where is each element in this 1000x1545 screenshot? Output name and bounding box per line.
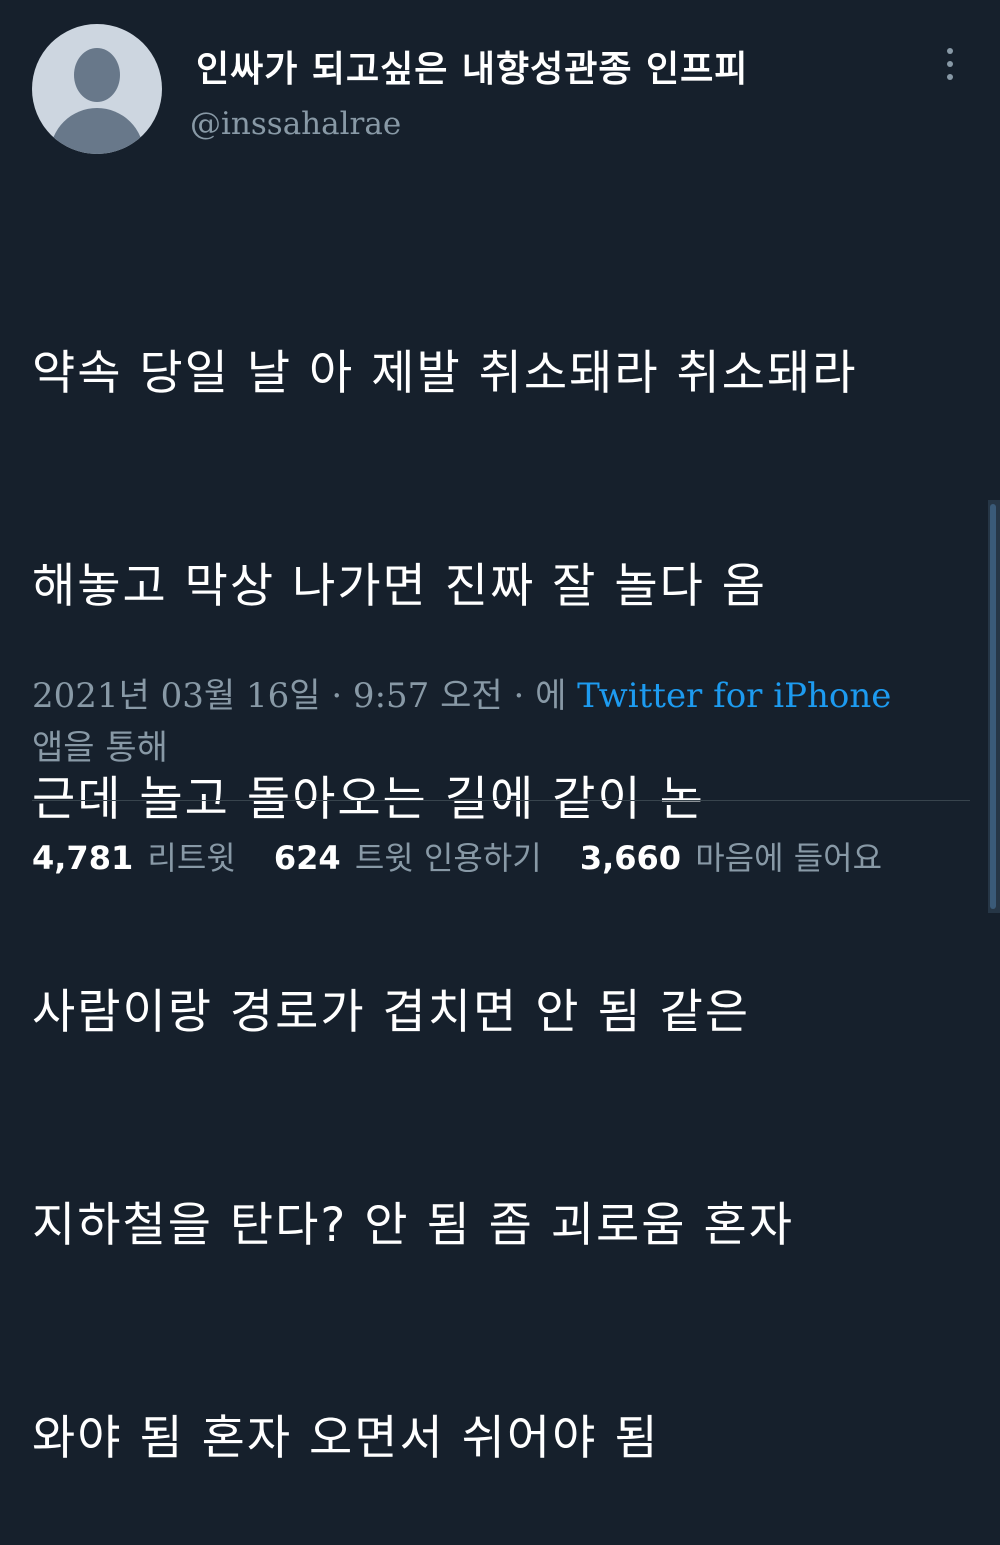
avatar-shoulders bbox=[50, 108, 144, 154]
tweet-stats: 4,781 리트윗 624 트윗 인용하기 3,660 마음에 들어요 bbox=[32, 836, 992, 880]
quotes-stat[interactable]: 624 트윗 인용하기 bbox=[274, 836, 542, 880]
scrollbar[interactable] bbox=[988, 500, 1000, 913]
retweets-label: 리트윗 bbox=[147, 839, 236, 877]
quotes-count: 624 bbox=[273, 839, 341, 877]
author-handle[interactable]: @inssahalrae bbox=[190, 106, 401, 142]
scrollbar-thumb[interactable] bbox=[990, 504, 996, 909]
tweet-metadata: 2021년 03월 16일 · 9:57 오전 · 에 Twitter for … bbox=[32, 670, 952, 774]
tweet-source-suffix: 앱을 통해 bbox=[32, 728, 168, 768]
tweet-header: 인싸가 되고싶은 내향성관종 인프피 @inssahalrae bbox=[0, 0, 1000, 170]
more-options-icon[interactable] bbox=[930, 44, 970, 84]
likes-stat[interactable]: 3,660 마음에 들어요 bbox=[580, 836, 882, 880]
default-avatar-icon[interactable] bbox=[32, 24, 162, 154]
tweet-line: 사람이랑 경로가 겹치면 안 됨 같은 bbox=[32, 985, 751, 1040]
tweet-line: 지하철을 탄다? 안 됨 좀 괴로움 혼자 bbox=[32, 1198, 794, 1253]
retweets-count: 4,781 bbox=[32, 839, 134, 877]
tweet-line: 와야 됨 혼자 오면서 쉬어야 됨 bbox=[32, 1411, 660, 1466]
tweet-line: 약속 당일 날 아 제발 취소돼라 취소돼라 bbox=[32, 346, 858, 401]
tweet-timestamp[interactable]: 2021년 03월 16일 · 9:57 오전 · 에 bbox=[32, 676, 577, 716]
dot bbox=[947, 74, 953, 80]
tweet-line: 해놓고 막상 나가면 진짜 잘 놀다 옴 bbox=[32, 559, 767, 614]
author-display-name[interactable]: 인싸가 되고싶은 내향성관종 인프피 bbox=[196, 40, 748, 92]
likes-label: 마음에 들어요 bbox=[695, 839, 883, 877]
dot bbox=[947, 48, 953, 54]
quotes-label: 트윗 인용하기 bbox=[354, 839, 542, 877]
tweet-source-link[interactable]: Twitter for iPhone bbox=[577, 676, 891, 716]
divider bbox=[32, 800, 970, 801]
likes-count: 3,660 bbox=[579, 839, 682, 877]
avatar-head bbox=[74, 48, 120, 102]
retweets-stat[interactable]: 4,781 리트윗 bbox=[32, 836, 236, 880]
dot bbox=[947, 61, 953, 67]
